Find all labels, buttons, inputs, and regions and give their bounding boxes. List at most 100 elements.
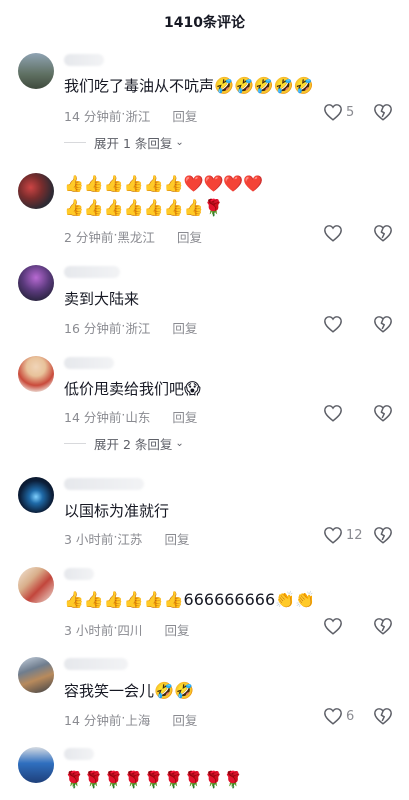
reply-button[interactable]: 回复 [177, 227, 202, 246]
divider-line [64, 443, 86, 444]
chevron-down-icon: ⌄ [175, 438, 184, 449]
like-count: 6 [346, 708, 355, 724]
comment-time: 2 分钟前 [64, 230, 114, 245]
comment-meta: 16 分钟前 · 浙江 回复 [64, 318, 197, 337]
heart-icon [324, 708, 342, 725]
avatar[interactable] [18, 567, 54, 603]
dislike-button[interactable] [371, 526, 395, 544]
comment-text-body: 容我笑一会儿 [64, 682, 155, 700]
comment-location: 浙江 [125, 109, 151, 124]
comment-text: 卖到大陆来 [64, 290, 140, 308]
expand-replies-button[interactable]: 展开 2 条回复 ⌄ [64, 434, 184, 453]
dislike-button[interactable] [371, 617, 395, 635]
username-blurred[interactable] [64, 478, 144, 490]
comment-text: 我们吃了毒油从不吭声🤣🤣🤣🤣🤣 [64, 75, 314, 96]
like-button[interactable] [323, 224, 371, 242]
comment-text: 以国标为准就行 [64, 502, 170, 520]
avatar[interactable] [18, 265, 54, 301]
comment-meta: 14 分钟前 · 上海 回复 [64, 710, 197, 729]
broken-heart-icon [374, 225, 392, 242]
username-blurred[interactable] [64, 266, 120, 278]
broken-heart-icon [374, 316, 392, 333]
dislike-button[interactable] [371, 404, 395, 422]
comment-text-body: 低价甩卖给我们吧 [64, 380, 185, 398]
broken-heart-icon [374, 618, 392, 635]
comment-text: 容我笑一会儿🤣🤣 [64, 680, 194, 701]
comment-actions [323, 404, 395, 422]
username-blurred[interactable] [64, 748, 94, 760]
comment-actions: 12 [323, 526, 395, 544]
comment-time: 3 小时前 [64, 532, 114, 547]
comment-location: 浙江 [125, 321, 151, 336]
expand-replies-label: 展开 2 条回复 [94, 437, 173, 452]
like-button[interactable]: 5 [323, 103, 371, 121]
comment-text: 低价甩卖给我们吧😱 [64, 378, 201, 399]
broken-heart-icon [374, 104, 392, 121]
comment-emojis: 🤣🤣🤣🤣🤣 [214, 76, 314, 95]
chevron-down-icon: ⌄ [175, 137, 184, 148]
comment-time: 14 分钟前 [64, 713, 122, 728]
comment-actions [323, 224, 395, 242]
comment-time: 3 小时前 [64, 623, 114, 638]
avatar[interactable] [18, 356, 54, 392]
broken-heart-icon [374, 527, 392, 544]
comment-emojis: 😱 [184, 379, 201, 398]
dislike-button[interactable] [371, 707, 395, 725]
comment-location: 黑龙江 [117, 230, 155, 245]
username-blurred[interactable] [64, 357, 114, 369]
emoji-row: 🌹🌹🌹🌹🌹🌹🌹🌹🌹 [64, 770, 244, 789]
reply-button[interactable]: 回复 [172, 407, 197, 426]
broken-heart-icon [374, 708, 392, 725]
like-button[interactable]: 6 [323, 707, 371, 725]
comment-meta: 2 分钟前 · 黑龙江 回复 [64, 227, 202, 246]
avatar[interactable] [18, 173, 54, 209]
avatar[interactable] [18, 657, 54, 693]
comment-meta: 3 小时前 · 四川 回复 [64, 620, 189, 639]
username-blurred[interactable] [64, 568, 94, 580]
reply-button[interactable]: 回复 [164, 529, 189, 548]
comment-time: 14 分钟前 [64, 410, 122, 425]
comment-actions [323, 315, 395, 333]
heart-icon [324, 527, 342, 544]
expand-replies-button[interactable]: 展开 1 条回复 ⌄ [64, 133, 184, 152]
comment-location: 山东 [125, 410, 151, 425]
dislike-button[interactable] [371, 315, 395, 333]
reply-button[interactable]: 回复 [172, 318, 197, 337]
comment-actions [323, 617, 395, 635]
comment-emojis: 🤣🤣 [154, 681, 194, 700]
dislike-button[interactable] [371, 103, 395, 121]
avatar[interactable] [18, 53, 54, 89]
comment-text-body: 我们吃了毒油从不吭声 [64, 77, 215, 95]
emoji-row: 👍👍👍👍👍👍666666666👏👏 [64, 590, 315, 609]
heart-icon [324, 316, 342, 333]
comment-time: 14 分钟前 [64, 109, 122, 124]
like-count: 12 [346, 527, 363, 543]
comments-header: 1410条评论 [0, 0, 409, 44]
avatar[interactable] [18, 747, 54, 783]
like-button[interactable] [323, 315, 371, 333]
reply-button[interactable]: 回复 [172, 106, 197, 125]
comment-time: 16 分钟前 [64, 321, 122, 336]
heart-icon [324, 104, 342, 121]
like-button[interactable]: 12 [323, 526, 371, 544]
divider-line [64, 142, 86, 143]
comment-location: 江苏 [117, 532, 143, 547]
like-button[interactable] [323, 617, 371, 635]
broken-heart-icon [374, 405, 392, 422]
like-button[interactable] [323, 404, 371, 422]
heart-icon [324, 618, 342, 635]
heart-icon [324, 405, 342, 422]
comment-location: 上海 [125, 713, 151, 728]
username-blurred[interactable] [64, 54, 104, 66]
reply-button[interactable]: 回复 [164, 620, 189, 639]
expand-replies-label: 展开 1 条回复 [94, 136, 173, 151]
emoji-row: 👍👍👍👍👍👍👍🌹 [64, 198, 224, 217]
comment-actions: 5 [323, 103, 395, 121]
comment-count-title: 1410条评论 [164, 15, 245, 31]
avatar[interactable] [18, 477, 54, 513]
comment-meta: 14 分钟前 · 山东 回复 [64, 407, 197, 426]
dislike-button[interactable] [371, 224, 395, 242]
reply-button[interactable]: 回复 [172, 710, 197, 729]
username-blurred[interactable] [64, 658, 128, 670]
comment-meta: 3 小时前 · 江苏 回复 [64, 529, 189, 548]
